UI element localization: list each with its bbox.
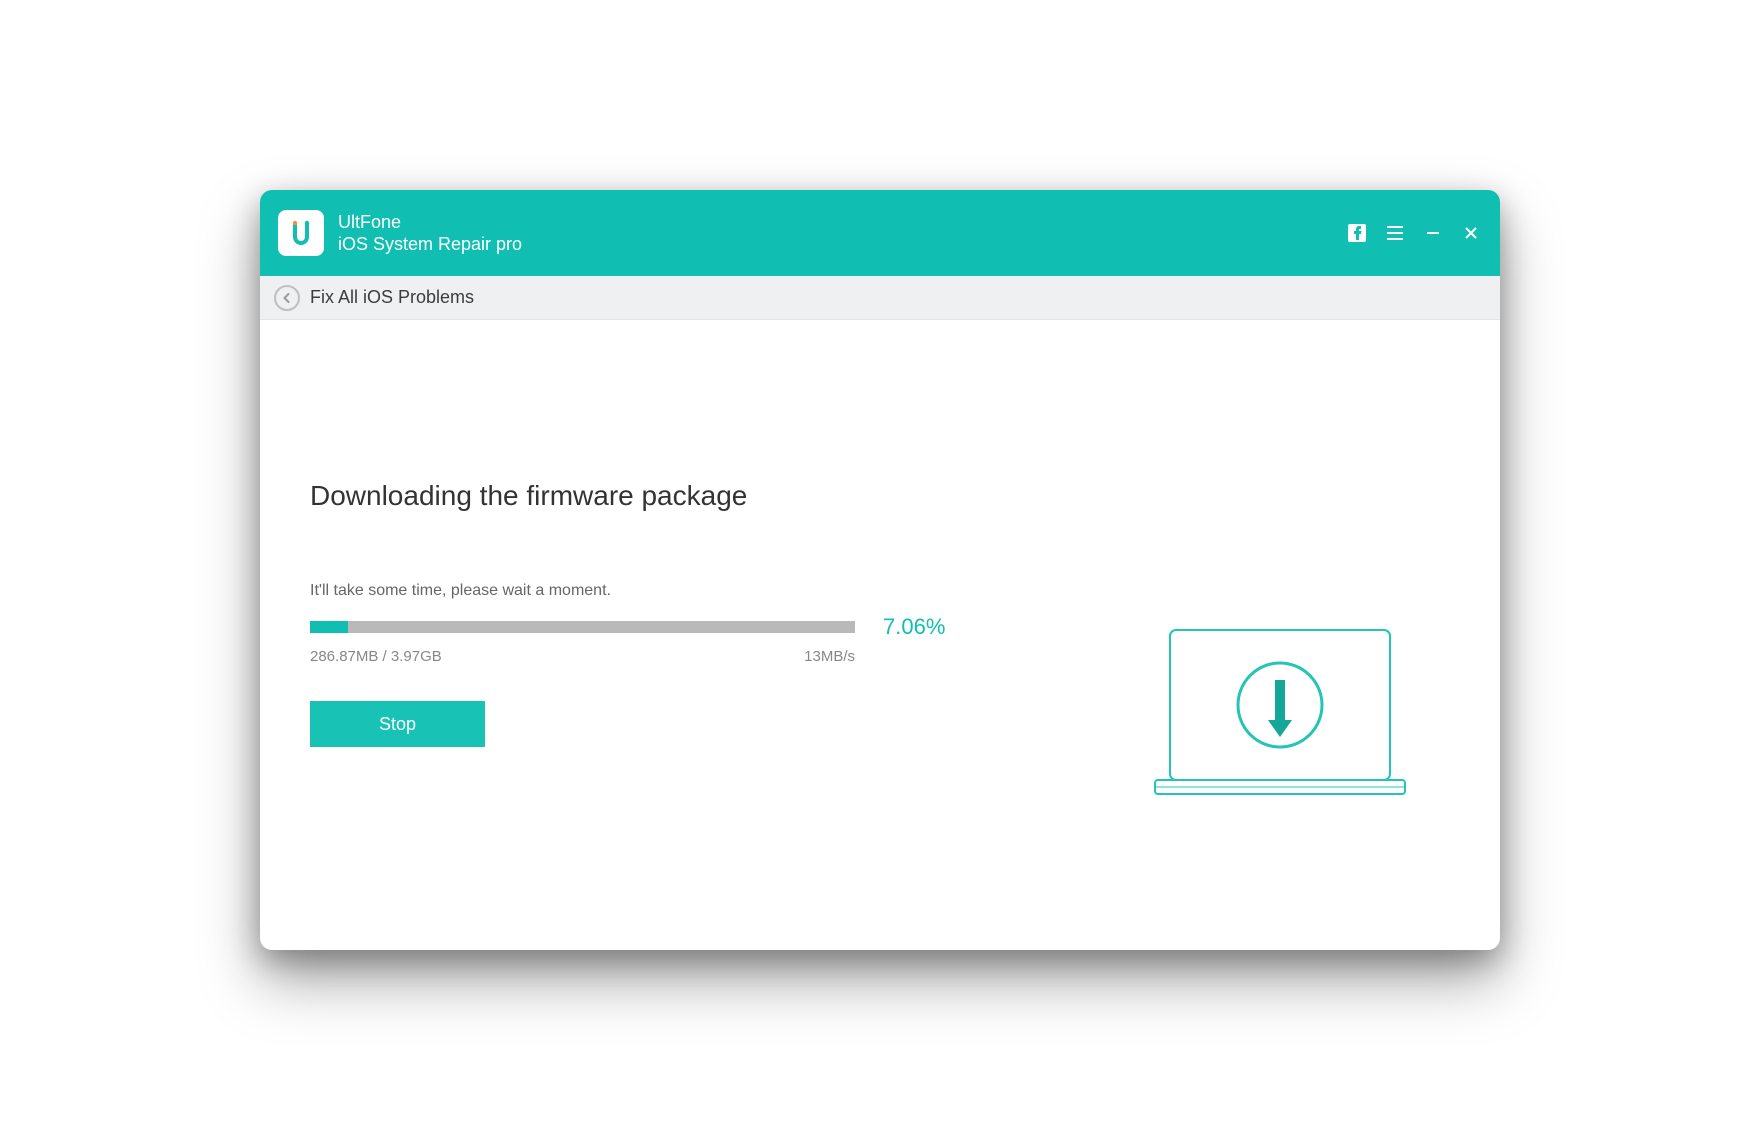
download-speed: 13MB/s [804, 648, 855, 665]
progress-row: 7.06% [310, 614, 1110, 640]
brand-name: UltFone [338, 211, 522, 234]
page-heading: Downloading the firmware package [310, 480, 1110, 512]
progress-fill [310, 621, 348, 633]
menu-icon[interactable] [1384, 222, 1406, 244]
brand-subtitle: iOS System Repair pro [338, 233, 522, 256]
downloaded-size: 286.87MB / 3.97GB [310, 648, 442, 665]
titlebar-actions [1346, 222, 1482, 244]
app-logo [278, 210, 324, 256]
facebook-icon[interactable] [1346, 222, 1368, 244]
wait-message: It'll take some time, please wait a mome… [310, 582, 1110, 600]
progress-percent: 7.06% [883, 614, 945, 640]
breadcrumb: Fix All iOS Problems [260, 276, 1500, 320]
progress-meta: 286.87MB / 3.97GB 13MB/s [310, 648, 855, 665]
stop-button[interactable]: Stop [310, 701, 485, 747]
titlebar: UltFone iOS System Repair pro [260, 190, 1500, 276]
close-button[interactable] [1460, 222, 1482, 244]
laptop-download-icon [1150, 625, 1410, 805]
brand-text: UltFone iOS System Repair pro [338, 211, 522, 256]
back-button[interactable] [274, 285, 300, 311]
progress-bar [310, 621, 855, 633]
illustration-panel [1110, 320, 1450, 950]
breadcrumb-title: Fix All iOS Problems [310, 287, 474, 308]
app-window: UltFone iOS System Repair pro Fix All iO… [260, 190, 1500, 950]
download-panel: Downloading the firmware package It'll t… [310, 320, 1110, 950]
minimize-button[interactable] [1422, 222, 1444, 244]
content-area: Downloading the firmware package It'll t… [260, 320, 1500, 950]
